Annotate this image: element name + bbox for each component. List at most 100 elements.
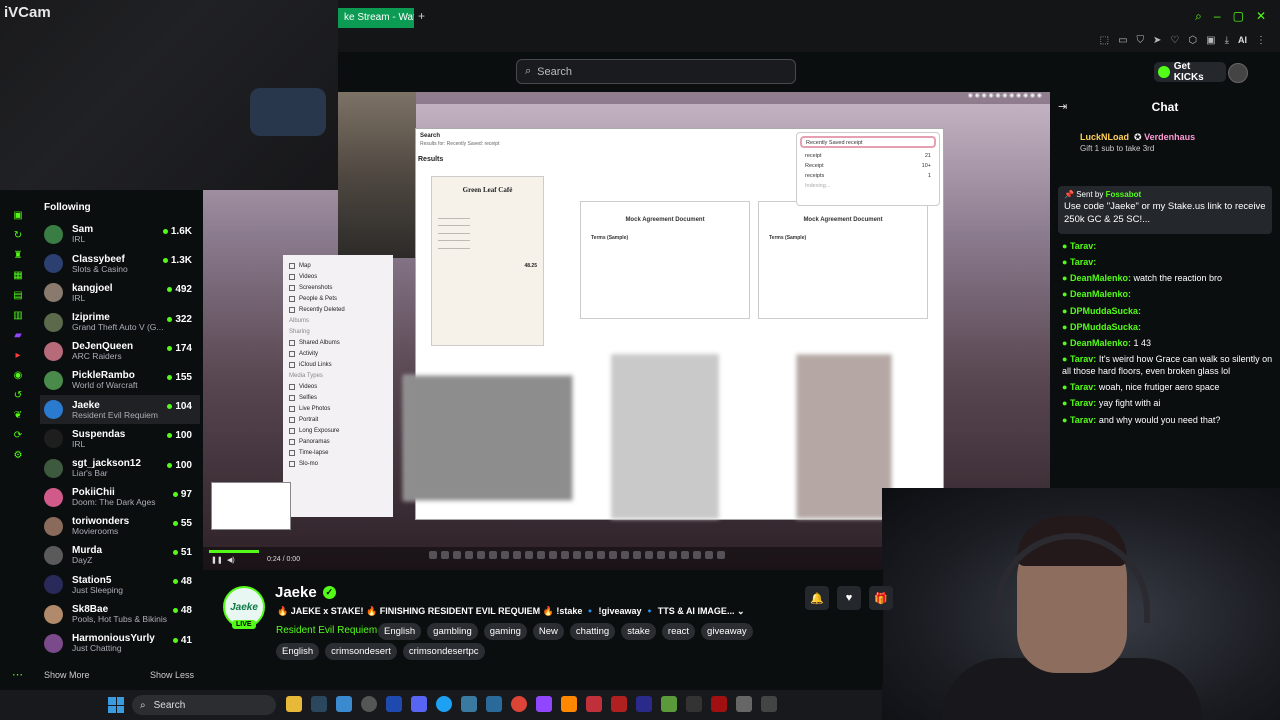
sidebar-item-classybeef[interactable]: Classybeef Slots & Casino 1.3K — [40, 249, 200, 278]
steam-icon[interactable] — [311, 696, 327, 712]
notification-icon[interactable]: 🔔 — [805, 586, 829, 610]
document-thumbnail[interactable]: Mock Agreement Document Terms (Sample) — [580, 201, 750, 319]
volume-icon[interactable]: ◀) — [227, 556, 235, 564]
app-icon[interactable] — [586, 696, 602, 712]
photo-thumbnail[interactable] — [403, 375, 573, 501]
user-avatar[interactable] — [1228, 63, 1248, 83]
gift-icon[interactable]: 🎁 — [869, 586, 893, 610]
photos-icon[interactable] — [336, 696, 352, 712]
pinned-message[interactable]: 📌 Sent by Fossabot Use code "Jaeke" or m… — [1058, 186, 1272, 234]
chat-username[interactable]: DPMuddaSucka: — [1070, 306, 1141, 316]
tag-new[interactable]: New — [532, 623, 564, 640]
explorer-icon[interactable] — [286, 696, 302, 712]
new-tab-button[interactable]: + — [418, 9, 425, 23]
tag-giveaway[interactable]: giveaway — [701, 623, 753, 640]
finder-item[interactable]: People & Pets — [289, 296, 387, 302]
tag-chatting[interactable]: chatting — [569, 623, 616, 640]
close-icon[interactable]: ✕ — [1256, 9, 1266, 24]
app-icon[interactable] — [486, 696, 502, 712]
history-icon[interactable]: ↺ — [14, 390, 22, 401]
heart-icon[interactable]: ♥ — [837, 586, 861, 610]
app-icon[interactable] — [611, 696, 627, 712]
search-input[interactable]: ⌕ Search — [516, 59, 796, 84]
discord-icon[interactable] — [411, 696, 427, 712]
show-less-button[interactable]: Show Less — [150, 670, 194, 680]
ai-button[interactable]: AI — [1238, 35, 1247, 45]
finder-item[interactable]: Panoramas — [289, 439, 387, 445]
vlc-icon[interactable] — [561, 696, 577, 712]
sidebar-item-murda[interactable]: Murda DayZ 51 — [40, 541, 200, 570]
finder-item[interactable]: Videos — [289, 274, 387, 280]
start-icon[interactable] — [108, 697, 124, 713]
finder-item[interactable]: Recently Deleted — [289, 307, 387, 313]
wallet-icon[interactable]: ▣ — [1206, 35, 1215, 46]
app-icon[interactable] — [461, 696, 477, 712]
photos-search-field[interactable]: Recently Saved receipt — [800, 136, 936, 148]
tag-gambling[interactable]: gambling — [427, 623, 478, 640]
epic-icon[interactable] — [686, 696, 702, 712]
finder-item[interactable]: Videos — [289, 384, 387, 390]
browse-icon[interactable]: ▣ — [13, 210, 22, 221]
chevron-down-icon[interactable]: ⌄ — [737, 606, 745, 616]
document-thumbnail[interactable]: Mock Agreement Document Terms (Sample) — [758, 201, 928, 319]
chrome-icon[interactable] — [511, 696, 527, 712]
chat-username[interactable]: DeanMalenko: — [1070, 338, 1131, 348]
search-icon[interactable]: ⌕ — [1195, 9, 1202, 24]
leaf-icon[interactable]: ❦ — [14, 410, 22, 421]
extension-icon[interactable]: ⬡ — [1188, 35, 1197, 46]
sidebar-item-iziprime[interactable]: Iziprime Grand Theft Auto V (G... 322 — [40, 308, 200, 337]
photo-thumbnail[interactable] — [611, 354, 719, 519]
progress-bar[interactable] — [209, 550, 259, 553]
finder-item[interactable]: Selfies — [289, 395, 387, 401]
send-icon[interactable]: ➤ — [1153, 35, 1161, 46]
obs-icon[interactable] — [361, 696, 377, 712]
chat-username[interactable]: DPMuddaSucka: — [1070, 322, 1141, 332]
settings-icon[interactable]: ⚙ — [14, 450, 23, 461]
tag-react[interactable]: react — [661, 623, 696, 640]
gift-user[interactable]: LuckNLoad — [1080, 132, 1129, 142]
suggestion-item[interactable]: receipt 21 — [797, 151, 939, 161]
app-icon[interactable] — [736, 696, 752, 712]
photo-thumbnail[interactable] — [796, 354, 892, 519]
finder-item[interactable]: Long Exposure — [289, 428, 387, 434]
finder-item[interactable]: Live Photos — [289, 406, 387, 412]
more-icon[interactable]: ⋯ — [12, 668, 23, 681]
tag-english[interactable]: English — [378, 623, 422, 640]
pause-icon[interactable]: ❚❚ — [211, 556, 223, 564]
browser-tab[interactable]: ke Stream - Watch — [338, 8, 414, 28]
sidebar-item-suspendas[interactable]: Suspendas IRL 100 — [40, 424, 200, 453]
chat-username[interactable]: Tarav: — [1070, 241, 1096, 251]
bookmark-icon[interactable]: ⬚ — [1100, 35, 1109, 46]
chat-username[interactable]: DeanMalenko: — [1070, 273, 1131, 283]
youtube-icon[interactable]: ▸ — [15, 350, 20, 361]
messenger-icon[interactable] — [436, 696, 452, 712]
gift-user[interactable]: Verdenhaus — [1144, 132, 1195, 142]
finder-item[interactable]: iCloud Links — [289, 362, 387, 368]
stream-category[interactable]: Resident Evil Requiem — [276, 625, 377, 636]
app-icon[interactable] — [711, 696, 727, 712]
chat-username[interactable]: Tarav: — [1070, 354, 1096, 364]
chat-username[interactable]: Tarav: — [1070, 257, 1096, 267]
trophy-icon[interactable]: ♜ — [14, 250, 23, 261]
sync-icon[interactable]: ⟳ — [14, 430, 22, 441]
sidebar-item-dejenqueen[interactable]: DeJenQueen ARC Raiders 174 — [40, 337, 200, 366]
kick-app-icon[interactable] — [386, 696, 402, 712]
clip-icon[interactable]: ▥ — [13, 310, 22, 321]
chat-username[interactable]: DeanMalenko: — [1070, 289, 1131, 299]
tag-english[interactable]: English — [276, 643, 320, 660]
sidebar-item-harmoniousyurly[interactable]: HarmoniousYurly Just Chatting 41 — [40, 629, 200, 658]
discord-icon[interactable]: ◉ — [14, 370, 23, 381]
sidebar-item-pokiichii[interactable]: PokiiChii Doom: The Dark Ages 97 — [40, 483, 200, 512]
maximize-icon[interactable]: ▢ — [1233, 9, 1244, 24]
tag-crimsondesertpc[interactable]: crimsondesertpc — [402, 643, 485, 660]
suggestion-item[interactable]: Receipt 10+ — [797, 161, 939, 171]
finder-item[interactable]: Activity — [289, 351, 387, 357]
cast-icon[interactable]: ▭ — [1118, 35, 1127, 46]
wallet-icon[interactable]: ▤ — [13, 290, 22, 301]
sidebar-item-toriwonders[interactable]: toriwonders Movierooms 55 — [40, 512, 200, 541]
sidebar-item-kangjoel[interactable]: kangjoel IRL 492 — [40, 278, 200, 307]
chart-icon[interactable]: ▦ — [13, 270, 22, 281]
sidebar-item-sam[interactable]: Sam IRL 1.6K — [40, 220, 200, 249]
finder-item[interactable]: Time-lapse — [289, 450, 387, 456]
get-kicks-button[interactable]: Get KICKs — [1154, 61, 1226, 83]
